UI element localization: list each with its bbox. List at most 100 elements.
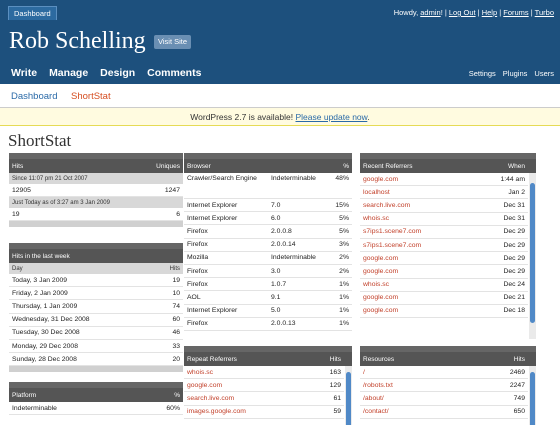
help-link[interactable]: Help [482,8,497,17]
uniques-title: Uniques [156,163,180,170]
referrer-link[interactable]: google.com [187,382,222,389]
platform-panel: Platform % Indeterminable 60% [9,382,183,425]
table-row: Friday, 2 Jan 2009 10 [9,287,183,301]
list-item: whois.sc Dec 24 [360,279,528,292]
panel-footer [9,366,183,373]
referrer-link[interactable]: images.google.com [187,408,246,415]
howdy-sep: ! | [440,8,449,17]
referrer-link[interactable]: search.live.com [363,202,410,209]
dashboard-tab[interactable]: Dashboard [8,6,57,20]
nav-users[interactable]: Users [534,69,554,78]
repeat-referrers-list: whois.sc 163 google.com 129 search.live.co… [184,366,352,419]
referrer-link[interactable]: google.com [363,268,398,275]
browser-title: Browser [187,163,211,170]
list-item: google.com Dec 21 [360,292,528,305]
referrer-link[interactable]: whois.sc [363,281,389,288]
col-day: Day [12,265,23,272]
table-row: Firefox 2.0.0.8 5% [184,225,352,239]
table-row: Firefox 2.0.0.14 3% [184,239,352,252]
last-week-header: Hits in the last week [9,243,183,263]
scroll-thumb[interactable] [530,372,535,425]
referrer-link[interactable]: google.com [363,176,398,183]
nav-plugins[interactable]: Plugins [503,69,528,78]
table-row: Thursday, 1 Jan 2009 74 [9,300,183,314]
table-row: Crawler/Search Engine Indeterminable 48% [184,173,352,199]
since-uniques: 1247 [164,186,180,194]
nav-manage[interactable]: Manage [49,67,88,79]
resources-list: /2469 /robots.txt 2247 /about/749 /contac… [360,366,536,419]
platform-title: Platform [12,392,37,399]
resource-link[interactable]: /robots.txt [363,382,393,389]
forums-link[interactable]: Forums [503,8,528,17]
log-out-link[interactable]: Log Out [449,8,476,17]
repeat-referrers-scrollbar[interactable] [345,366,352,425]
table-row: Monday, 29 Dec 2008 33 [9,340,183,354]
today-hits: 19 [12,210,20,218]
when-title: When [508,163,525,170]
resources-scrollbar[interactable] [529,366,536,425]
howdy-text: Howdy, [393,8,421,17]
referrer-link[interactable]: localhost [363,189,390,196]
update-now-link[interactable]: Please update now [295,112,367,122]
resource-link[interactable]: /contact/ [363,408,389,415]
browser-panel: Browser % Crawler/Search Engine Indetermi… [184,153,352,337]
recent-referrers-scrollbar[interactable] [529,173,536,339]
referrer-link[interactable]: s7ips1.scene7.com [363,242,421,249]
list-item: images.google.com 59 [184,406,344,419]
user-link[interactable]: admin [420,8,440,17]
last-week-colheads: Day Hits [9,263,183,274]
today-uniques: 6 [176,210,180,218]
list-item: google.com Dec 29 [360,252,528,266]
list-item: localhost Jan 2 [360,186,528,200]
platform-pct: % [174,392,180,399]
referrer-link[interactable]: google.com [363,255,398,262]
update-suffix: . [367,112,370,122]
turbo-link[interactable]: Turbo [535,8,554,17]
recent-referrers-panel: Recent Referrers When google.com 1:44 am … [360,153,536,339]
referrer-link[interactable]: s7ips1.scene7.com [363,228,421,235]
visit-site-button[interactable]: Visit Site [154,35,192,49]
table-row: Sunday, 28 Dec 2008 20 [9,353,183,367]
since-hits: 12905 [12,186,31,194]
nav-write[interactable]: Write [11,67,37,79]
scroll-thumb[interactable] [346,372,351,425]
table-row: AOL 9.1 1% [184,291,352,305]
panel-footer [9,221,183,228]
scroll-thumb[interactable] [530,183,535,323]
hits-header: Hits Uniques [9,153,183,173]
col-hits: Hits [169,265,180,272]
referrer-link[interactable]: google.com [363,307,398,314]
table-row: Internet Explorer 6.0 5% [184,212,352,226]
resources-hits-title: Hits [513,356,525,363]
list-item: search.live.com 61 [184,392,344,406]
today-row: 19 6 [9,208,183,222]
last-week-title: Hits in the last week [12,253,70,260]
subnav-shortstat[interactable]: ShortStat [71,91,111,102]
table-row: Indeterminable 60% [9,402,183,416]
table-row: Firefox 2.0.0.13 1% [184,318,352,331]
nav-settings[interactable]: Settings [469,69,496,78]
repeat-hits-title: Hits [329,356,341,363]
list-item: search.live.com Dec 31 [360,199,528,213]
since-label: Since 11:07 pm 21 Oct 2007 [9,173,183,184]
table-row: Wednesday, 31 Dec 2008 60 [9,314,183,327]
side-nav: Settings Plugins Users [469,69,554,78]
sub-nav: Dashboard ShortStat [0,84,560,108]
nav-comments[interactable]: Comments [147,67,201,79]
resource-link[interactable]: /about/ [363,395,384,402]
recent-referrers-list: google.com 1:44 am localhost Jan 2 search.… [360,173,536,319]
resource-link[interactable]: / [363,369,365,376]
nav-design[interactable]: Design [100,67,135,79]
referrer-link[interactable]: google.com [363,294,398,301]
referrer-link[interactable]: search.live.com [187,395,234,402]
site-title[interactable]: Rob Schelling [9,28,146,54]
recent-referrers-header: Recent Referrers When [360,153,536,173]
repeat-referrers-header: Repeat Referrers Hits [184,346,352,366]
table-row: Tuesday, 30 Dec 2008 46 [9,327,183,340]
table-row: Today, 3 Jan 2009 19 [9,274,183,288]
subnav-dashboard[interactable]: Dashboard [11,91,57,102]
referrer-link[interactable]: whois.sc [363,215,389,222]
update-notice: WordPress 2.7 is available! Please updat… [0,108,560,126]
referrer-link[interactable]: whois.sc [187,369,213,376]
list-item: google.com 1:44 am [360,173,528,187]
